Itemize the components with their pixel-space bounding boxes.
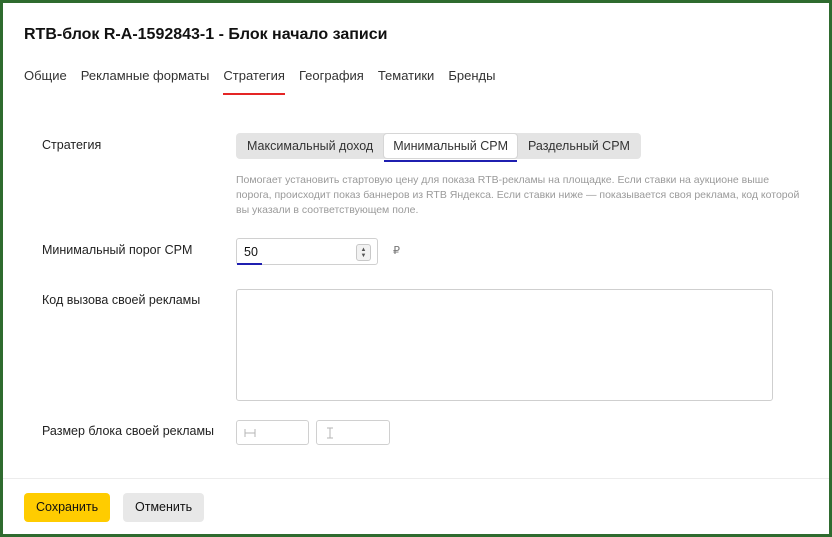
height-arrows-icon <box>327 427 333 439</box>
tab-topics[interactable]: Тематики <box>378 66 435 95</box>
tab-general[interactable]: Общие <box>24 66 67 95</box>
strategy-option-max-income[interactable]: Максимальный доход <box>238 134 382 158</box>
strategy-label: Стратегия <box>42 138 102 152</box>
own-ad-height-input[interactable] <box>316 420 390 445</box>
focus-underline <box>237 263 262 265</box>
width-arrows-icon <box>244 429 256 437</box>
strategy-selector: Максимальный доход Минимальный CPM Разде… <box>236 133 641 162</box>
tab-ad-formats[interactable]: Рекламные форматы <box>81 66 210 95</box>
strategy-hint: Помогает установить стартовую цену для п… <box>236 174 800 216</box>
min-cpm-input[interactable]: 50 ▲ ▼ <box>236 238 378 265</box>
own-ad-code-label: Код вызова своей рекламы <box>42 293 201 307</box>
tab-bar: Общие Рекламные форматы Стратегия Геогра… <box>24 66 509 98</box>
window-frame: RTB-блок R-A-1592843-1 - Блок начало зап… <box>0 0 832 537</box>
min-cpm-label: Минимальный порог CPM <box>42 243 193 257</box>
min-cpm-value: 50 <box>244 245 258 259</box>
currency-sign: ₽ <box>393 245 400 257</box>
strategy-option-min-cpm[interactable]: Минимальный CPM <box>384 134 517 162</box>
own-ad-code-textarea[interactable] <box>236 289 773 401</box>
tab-strategy[interactable]: Стратегия <box>223 66 285 95</box>
page-header: RTB-блок R-A-1592843-1 - Блок начало зап… <box>3 3 829 99</box>
tab-geography[interactable]: География <box>299 66 364 95</box>
form-footer: Сохранить Отменить <box>3 478 829 534</box>
tab-brands[interactable]: Бренды <box>448 66 495 95</box>
strategy-form: Стратегия Максимальный доход Минимальный… <box>3 98 829 478</box>
save-button[interactable]: Сохранить <box>24 493 111 522</box>
page-title: RTB-блок R-A-1592843-1 - Блок начало зап… <box>24 26 388 43</box>
own-ad-size-label: Размер блока своей рекламы <box>42 424 215 438</box>
strategy-option-split-cpm[interactable]: Раздельный CPM <box>519 134 639 158</box>
number-stepper[interactable]: ▲ ▼ <box>356 244 371 261</box>
cancel-button[interactable]: Отменить <box>123 493 205 522</box>
own-ad-width-input[interactable] <box>236 420 309 445</box>
stepper-down-icon[interactable]: ▼ <box>361 253 367 259</box>
